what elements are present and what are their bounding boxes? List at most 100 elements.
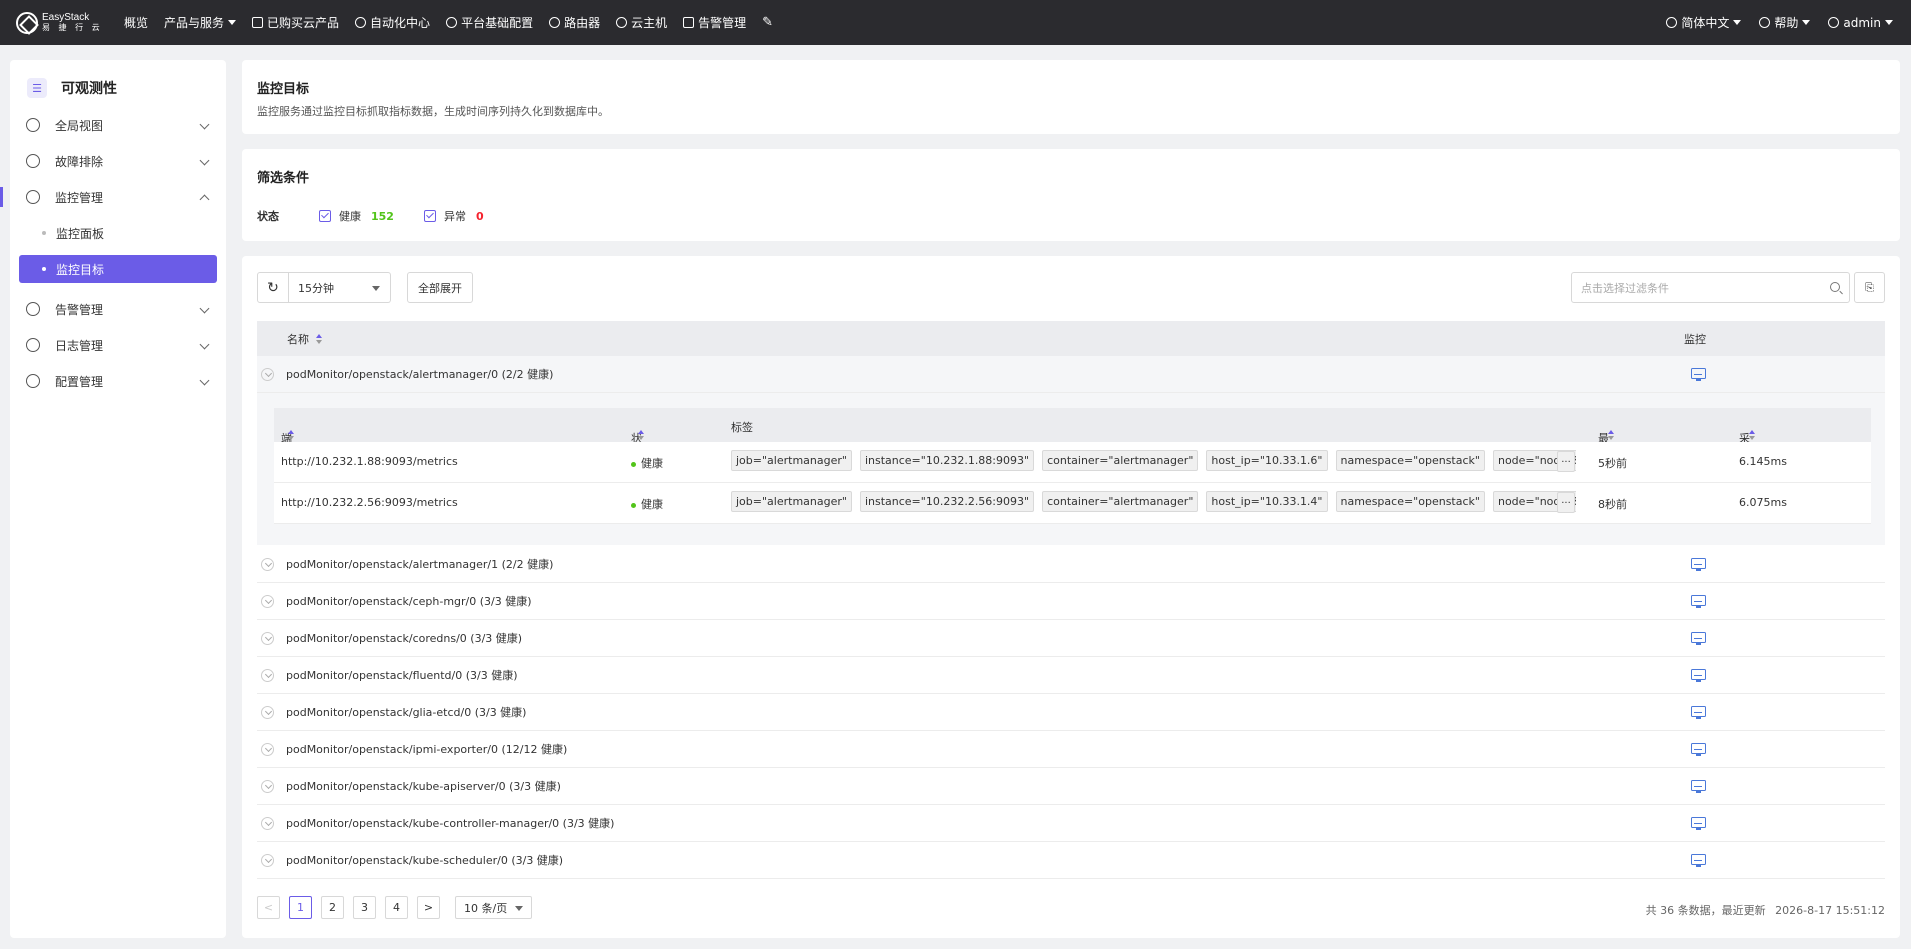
sidebar-item-monitoring-management[interactable]: 监控管理: [0, 179, 226, 215]
monitor-icon[interactable]: [1691, 743, 1706, 756]
expand-icon[interactable]: [261, 631, 274, 645]
row-name: podMonitor/openstack/alertmanager/0 (2/2…: [286, 368, 554, 381]
monitor-icon[interactable]: [1691, 817, 1706, 830]
expand-all-button[interactable]: 全部展开: [407, 272, 473, 303]
refresh-button[interactable]: ↻: [257, 272, 289, 303]
bullet-icon: [42, 231, 46, 235]
sidebar-item-log-management[interactable]: 日志管理: [10, 327, 226, 363]
monitor-icon[interactable]: [1691, 632, 1706, 645]
pin-icon: ✎: [762, 15, 774, 30]
page-button[interactable]: 4: [385, 896, 408, 919]
sidebar-item-global-view[interactable]: 全局视图: [10, 107, 226, 143]
language-selector[interactable]: 简体中文: [1666, 14, 1742, 31]
chevron-down-icon: [199, 155, 210, 166]
sidebar-item-monitoring-dashboard[interactable]: 监控面板: [10, 215, 226, 251]
table-row[interactable]: podMonitor/openstack/kube-controller-man…: [257, 805, 1885, 842]
chevron-down-icon: [199, 119, 210, 130]
label-tag: job="alertmanager": [731, 450, 852, 471]
user-menu[interactable]: admin: [1828, 16, 1893, 30]
more-labels-button[interactable]: ...: [1557, 492, 1575, 513]
label-tag: instance="10.232.2.56:9093": [859, 491, 1035, 512]
nav-overview[interactable]: 概览: [124, 14, 148, 31]
endpoint-subtable: 端点 状态 标签 最近采样 采样耗时 http://10.232.1.88:90…: [257, 393, 1885, 545]
column-name[interactable]: 名称: [287, 331, 322, 347]
interval-select[interactable]: 15分钟: [289, 272, 391, 303]
menu-icon[interactable]: ☰: [27, 78, 47, 98]
help-menu[interactable]: 帮助: [1759, 14, 1811, 31]
collapse-icon[interactable]: [261, 367, 274, 381]
pin-button[interactable]: ✎: [762, 15, 773, 30]
monitor-icon[interactable]: [1691, 669, 1706, 682]
chevron-down-icon: [228, 20, 237, 25]
next-page-button[interactable]: >: [417, 896, 440, 919]
page-button[interactable]: 2: [321, 896, 344, 919]
nav-purchased-products[interactable]: 已购买云产品: [252, 14, 339, 31]
table-row[interactable]: podMonitor/openstack/coredns/0 (3/3 健康): [257, 620, 1885, 657]
sidebar-item-monitoring-targets[interactable]: 监控目标: [19, 255, 217, 283]
table-row[interactable]: podMonitor/openstack/ceph-mgr/0 (3/3 健康): [257, 583, 1885, 620]
chevron-down-icon: [199, 303, 210, 314]
sidebar-item-config-management[interactable]: 配置管理: [10, 363, 226, 399]
sidebar-item-alarm-management[interactable]: 告警管理: [10, 291, 226, 327]
expand-icon[interactable]: [261, 742, 274, 756]
table-row[interactable]: podMonitor/openstack/kube-scheduler/0 (3…: [257, 842, 1885, 879]
nav-automation-center[interactable]: 自动化中心: [355, 14, 430, 31]
monitor-icon[interactable]: [1691, 368, 1706, 381]
search-icon: [1830, 282, 1840, 292]
alarm-icon: [683, 17, 695, 28]
nav-router[interactable]: 路由器: [549, 14, 600, 31]
nav-products-services[interactable]: 产品与服务: [164, 14, 237, 31]
expand-icon[interactable]: [261, 594, 274, 608]
nav-alarm-management[interactable]: 告警管理: [683, 14, 746, 31]
export-button[interactable]: ⎘: [1854, 272, 1885, 303]
monitor-icon[interactable]: [1691, 558, 1706, 571]
monitor-icon[interactable]: [1691, 595, 1706, 608]
page-description: 监控服务通过监控目标抓取指标数据，生成时间序列持久化到数据库中。: [257, 105, 609, 118]
expand-icon[interactable]: [261, 557, 274, 571]
row-name: podMonitor/openstack/kube-apiserver/0 (3…: [286, 780, 561, 793]
total-count-text: 共 36 条数据，最近更新: [1645, 904, 1766, 917]
nav-platform-config[interactable]: 平台基础配置: [446, 14, 533, 31]
status-dot-icon: [631, 502, 636, 508]
nav-cloud-host[interactable]: 云主机: [616, 14, 667, 31]
label-tags: job="alertmanager" instance="10.232.1.88…: [731, 450, 1576, 474]
endpoint-row: http://10.232.1.88:9093/metrics 健康 job="…: [274, 442, 1871, 483]
table-row[interactable]: podMonitor/openstack/glia-etcd/0 (3/3 健康…: [257, 694, 1885, 731]
endpoint-row: http://10.232.2.56:9093/metrics 健康 job="…: [274, 483, 1871, 524]
healthy-checkbox[interactable]: [319, 210, 331, 222]
table-summary: 共 36 条数据，最近更新 2026-8-17 15:51:12: [1646, 902, 1885, 918]
row-name: podMonitor/openstack/kube-scheduler/0 (3…: [286, 854, 564, 867]
page-size-select[interactable]: 10 条/页: [455, 896, 532, 919]
monitor-icon[interactable]: [1691, 706, 1706, 719]
expand-icon[interactable]: [261, 705, 274, 719]
table-row[interactable]: podMonitor/openstack/fluentd/0 (3/3 健康): [257, 657, 1885, 694]
monitor-icon[interactable]: [1691, 780, 1706, 793]
page-size-value: 10 条/页: [464, 901, 508, 915]
chevron-up-icon: [199, 194, 210, 205]
more-labels-button[interactable]: ...: [1557, 451, 1575, 472]
prev-page-button[interactable]: <: [257, 896, 280, 919]
monitor-icon[interactable]: [1691, 854, 1706, 867]
table-row[interactable]: podMonitor/openstack/ipmi-exporter/0 (12…: [257, 731, 1885, 768]
column-name-label: 名称: [287, 332, 309, 346]
page-button[interactable]: 1: [289, 896, 312, 919]
expand-icon[interactable]: [261, 779, 274, 793]
sidebar: ☰ 可观测性 全局视图 故障排除 监控管理 监控面板 监控目标 告警管理 日志管…: [0, 60, 226, 938]
endpoint-status: 健康: [631, 496, 663, 512]
sidebar-item-troubleshooting[interactable]: 故障排除: [10, 143, 226, 179]
logo-icon: [16, 11, 38, 34]
page-button[interactable]: 3: [353, 896, 376, 919]
expand-icon[interactable]: [261, 816, 274, 830]
logo-text-en: EasyStack: [42, 11, 90, 23]
expand-icon[interactable]: [261, 668, 274, 682]
table-row[interactable]: podMonitor/openstack/alertmanager/1 (2/2…: [257, 546, 1885, 583]
scrape-duration-value: 6.075ms: [1739, 496, 1787, 509]
filter-search-input[interactable]: 点击选择过滤条件: [1571, 272, 1850, 303]
table-row[interactable]: podMonitor/openstack/alertmanager/0 (2/2…: [257, 356, 1885, 393]
table-row[interactable]: podMonitor/openstack/kube-apiserver/0 (3…: [257, 768, 1885, 805]
chevron-down-icon: [1885, 20, 1893, 25]
easystack-logo[interactable]: EasyStack 易 捷 行 云: [16, 11, 106, 34]
nav-platform-label: 平台基础配置: [461, 16, 534, 30]
expand-icon[interactable]: [261, 853, 274, 867]
abnormal-checkbox[interactable]: [423, 210, 436, 222]
